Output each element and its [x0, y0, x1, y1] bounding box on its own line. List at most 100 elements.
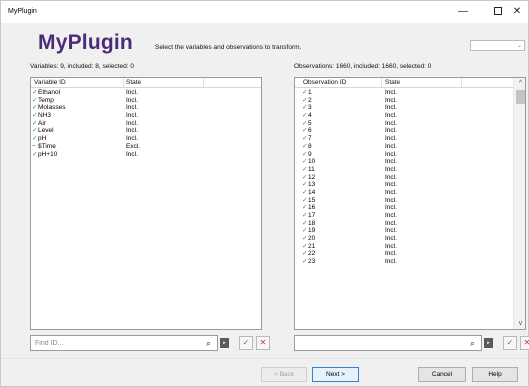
- row-id: 10: [308, 158, 316, 166]
- row-state: Incl.: [126, 150, 138, 158]
- row-id: Molasses: [38, 104, 66, 112]
- list-item[interactable]: ✓ Level Incl.: [31, 127, 261, 135]
- variables-list[interactable]: Variable ID State ✓ Ethanol Incl. ✓ Temp Incl…: [30, 77, 262, 330]
- list-item[interactable]: ✓ 1 Incl.: [295, 89, 525, 97]
- list-item[interactable]: ✓ Temp Incl.: [31, 97, 261, 105]
- list-item[interactable]: ✓ 16 Incl.: [295, 204, 525, 212]
- column-divider[interactable]: [381, 78, 382, 87]
- list-item[interactable]: ✓ 13 Incl.: [295, 181, 525, 189]
- row-id: 9: [308, 150, 312, 158]
- row-state: Incl.: [385, 188, 397, 196]
- exclude-variables-button[interactable]: ✕: [256, 336, 270, 350]
- observations-find-input[interactable]: [294, 335, 482, 351]
- list-item[interactable]: ✓ 3 Incl.: [295, 104, 525, 112]
- find-next-icon[interactable]: ▸: [220, 338, 229, 348]
- list-item[interactable]: ✓ Air Incl.: [31, 120, 261, 128]
- list-item[interactable]: ✓ 23 Incl.: [295, 258, 525, 266]
- list-item[interactable]: ✓ 15 Incl.: [295, 197, 525, 205]
- observations-list[interactable]: Observation ID State ✓ 1 Incl. ✓ 2 Incl. ✓ 3 Inc…: [294, 77, 526, 330]
- scroll-up-icon[interactable]: ^: [514, 80, 525, 87]
- window-title: MyPlugin: [8, 8, 37, 15]
- row-state: Incl.: [385, 89, 397, 96]
- list-item[interactable]: ✓ Molasses Incl.: [31, 104, 261, 112]
- scroll-down-icon[interactable]: v: [514, 320, 525, 327]
- row-id: Ethanol: [38, 89, 61, 96]
- list-item[interactable]: − $Time Excl.: [31, 143, 261, 151]
- scroll-thumb[interactable]: [516, 90, 525, 104]
- include-variables-button[interactable]: ✓: [239, 336, 253, 350]
- row-state: Incl.: [385, 127, 397, 135]
- include-observations-button[interactable]: ✓: [503, 336, 517, 350]
- column-header-state[interactable]: State: [126, 79, 141, 86]
- row-id: NH3: [38, 112, 52, 120]
- search-icon[interactable]: ⌕: [203, 337, 214, 349]
- list-item[interactable]: ✓ 10 Incl.: [295, 158, 525, 166]
- column-divider[interactable]: [123, 78, 124, 87]
- list-item[interactable]: ✓ 8 Incl.: [295, 143, 525, 151]
- column-divider[interactable]: [461, 78, 462, 87]
- list-item[interactable]: ✓ 12 Incl.: [295, 174, 525, 182]
- list-item[interactable]: ✓ 18 Incl.: [295, 220, 525, 228]
- row-state: Incl.: [385, 212, 397, 219]
- list-item[interactable]: ✓ 2 Incl.: [295, 97, 525, 105]
- list-item[interactable]: ✓ NH3 Incl.: [31, 112, 261, 120]
- next-button[interactable]: Next >: [312, 367, 359, 382]
- header-dropdown[interactable]: ⌄: [470, 40, 525, 51]
- list-item[interactable]: ✓ 20 Incl.: [295, 235, 525, 243]
- list-item[interactable]: ✓ 6 Incl.: [295, 127, 525, 135]
- list-item[interactable]: ✓ 5 Incl.: [295, 120, 525, 128]
- row-state: Incl.: [385, 142, 397, 150]
- plugin-title: MyPlugin: [38, 31, 133, 54]
- cancel-button[interactable]: Cancel: [418, 367, 466, 382]
- minimize-button[interactable]: —: [452, 4, 474, 20]
- list-item[interactable]: ✓ 14 Incl.: [295, 189, 525, 197]
- find-next-icon[interactable]: ▸: [484, 338, 493, 348]
- column-header-state[interactable]: State: [385, 79, 400, 86]
- row-state: Incl.: [385, 181, 397, 189]
- list-item[interactable]: ✓ 22 Incl.: [295, 250, 525, 258]
- row-id: 15: [308, 196, 316, 204]
- observations-scrollbar[interactable]: ^ v: [513, 78, 525, 329]
- row-state: Excl.: [126, 142, 141, 150]
- exclude-observations-button[interactable]: ✕: [520, 336, 529, 350]
- plugin-subtitle: Select the variables and observations to…: [155, 44, 302, 51]
- row-state: Incl.: [126, 112, 138, 120]
- list-item[interactable]: ✓ 11 Incl.: [295, 166, 525, 174]
- list-item[interactable]: ✓ 17 Incl.: [295, 212, 525, 220]
- row-state: Incl.: [385, 242, 397, 250]
- column-header-observation-id[interactable]: Observation ID: [303, 79, 346, 86]
- row-state: Incl.: [385, 219, 397, 227]
- observations-summary: Observations: 1660, included: 1660, sele…: [294, 63, 432, 70]
- row-state: Incl.: [385, 258, 397, 266]
- row-id: Level: [38, 127, 54, 135]
- list-item[interactable]: ✓ 9 Incl.: [295, 151, 525, 159]
- list-item[interactable]: ✓ 7 Incl.: [295, 135, 525, 143]
- help-button[interactable]: Help: [472, 367, 518, 382]
- column-header-variable-id[interactable]: Variable ID: [34, 79, 66, 86]
- column-divider[interactable]: [203, 78, 204, 87]
- list-item[interactable]: ✓ 19 Incl.: [295, 227, 525, 235]
- row-state: Incl.: [385, 196, 397, 204]
- variables-rows: ✓ Ethanol Incl. ✓ Temp Incl. ✓ Molasses Incl. ✓ NH…: [31, 89, 261, 158]
- row-state: Incl.: [126, 119, 138, 127]
- row-state: Incl.: [126, 127, 138, 135]
- row-id: Temp: [38, 96, 54, 104]
- list-item[interactable]: ✓ pH+10 Incl.: [31, 151, 261, 159]
- row-id: Air: [38, 119, 46, 127]
- row-state: Incl.: [385, 112, 397, 120]
- row-id: 3: [308, 104, 312, 112]
- row-id: 5: [308, 119, 312, 127]
- row-state: Incl.: [385, 158, 397, 166]
- chevron-down-icon: ⌄: [516, 43, 522, 49]
- row-id: 18: [308, 219, 316, 227]
- list-item[interactable]: ✓ pH Incl.: [31, 135, 261, 143]
- row-state: Incl.: [385, 250, 397, 258]
- list-item[interactable]: ✓ 4 Incl.: [295, 112, 525, 120]
- back-button[interactable]: < Back: [261, 367, 307, 382]
- variables-find-input[interactable]: [30, 335, 218, 351]
- close-button[interactable]: ✕: [506, 4, 528, 20]
- search-icon[interactable]: ⌕: [467, 337, 478, 349]
- row-id: 22: [308, 250, 316, 258]
- list-item[interactable]: ✓ 21 Incl.: [295, 243, 525, 251]
- list-item[interactable]: ✓ Ethanol Incl.: [31, 89, 261, 97]
